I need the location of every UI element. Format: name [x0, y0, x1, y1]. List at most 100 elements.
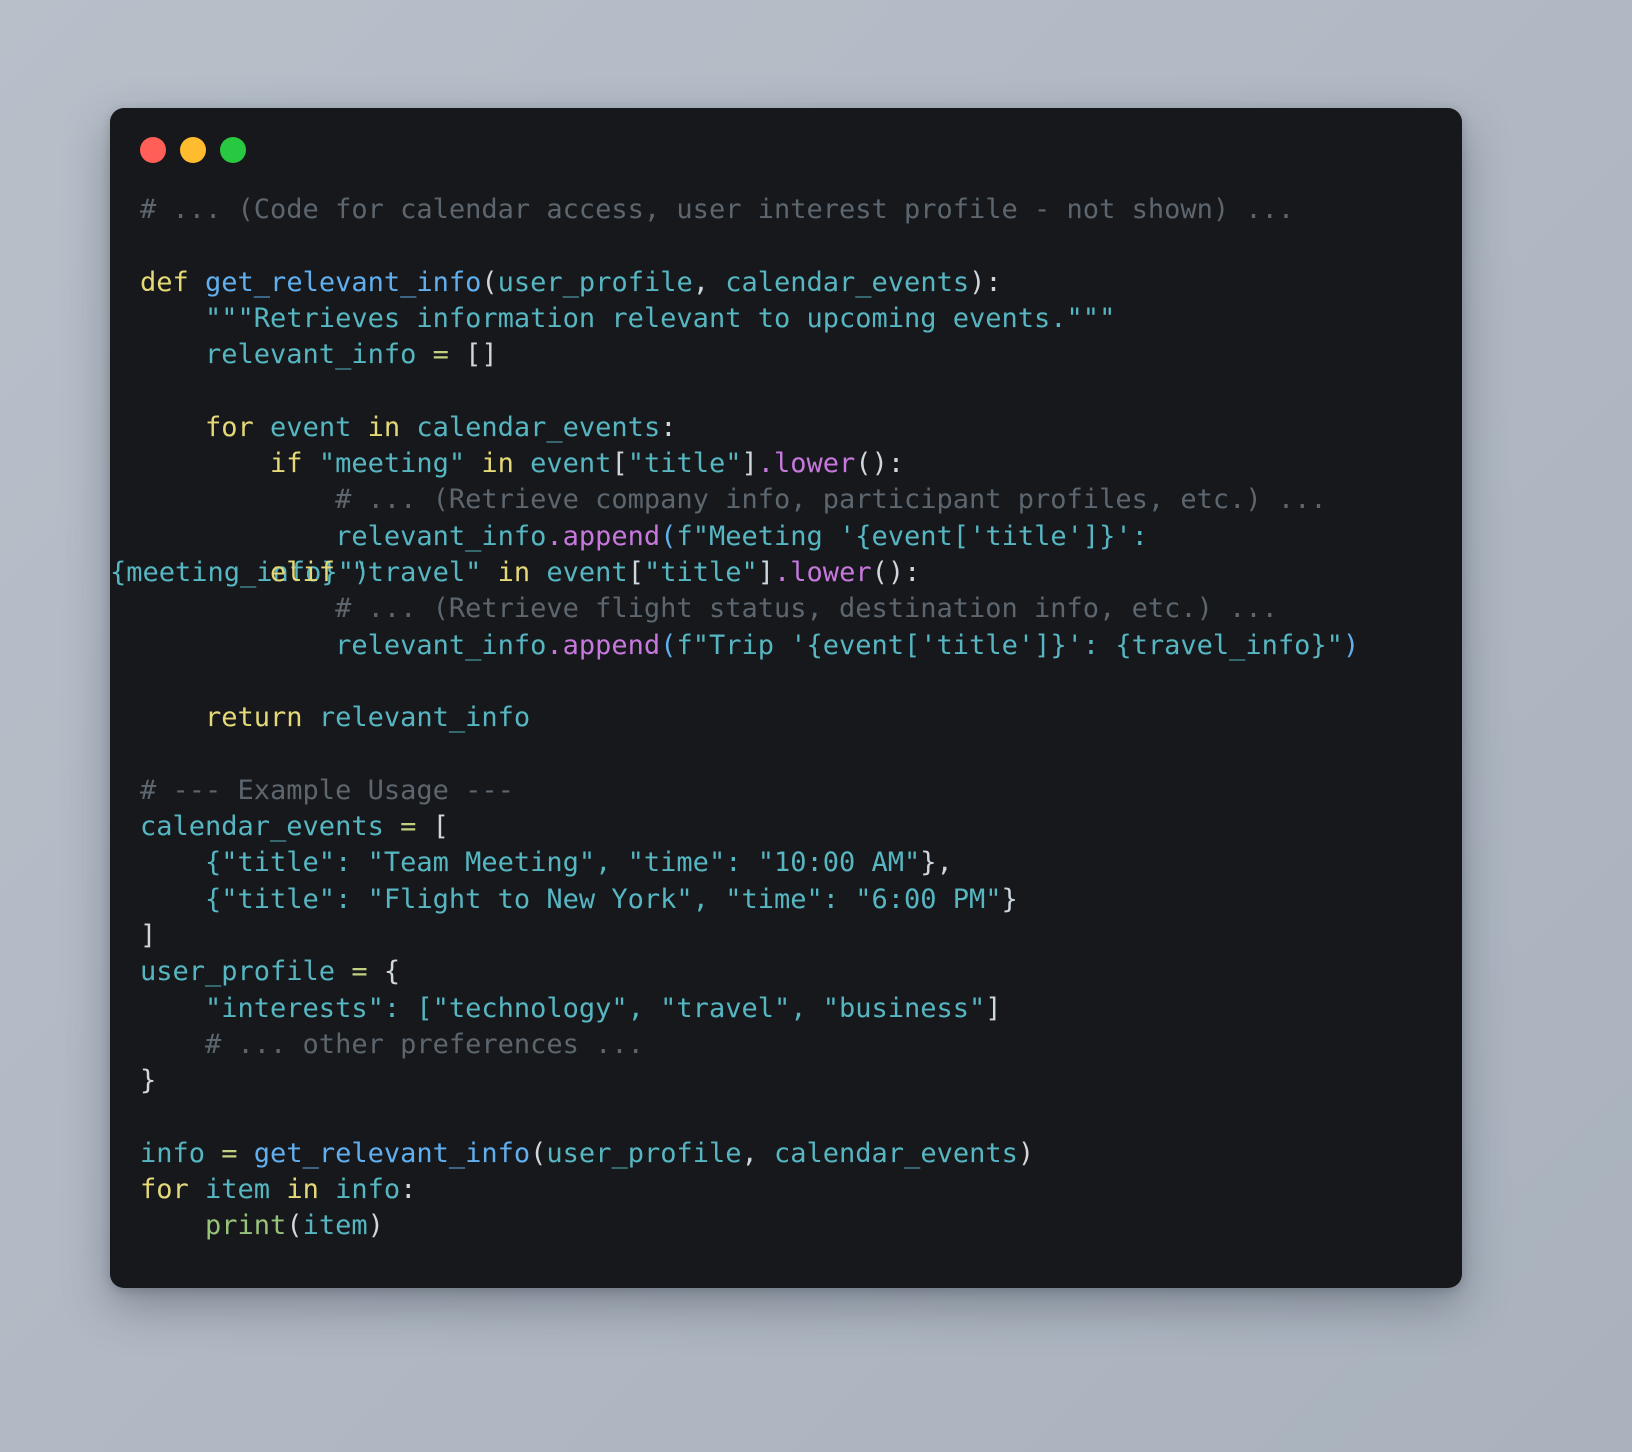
colon: : [400, 1174, 417, 1206]
method-append: append [562, 629, 661, 661]
comment-token: # ... (Code for calendar access, user in… [140, 194, 1295, 225]
code-content[interactable]: # ... (Code for calendar access, user in… [110, 192, 1462, 1245]
interests-list: "interests": ["technology", "travel", "b… [140, 992, 986, 1024]
code-line-4: """Retrieves information relevant to upc… [140, 301, 1452, 337]
loop-var-item: item [188, 1174, 287, 1206]
code-line-14-blank [140, 664, 1452, 700]
keyword-in: in [481, 448, 514, 480]
code-line-16-blank [140, 736, 1452, 772]
assign-operator: = [400, 811, 417, 843]
assign-operator: = [221, 1137, 238, 1169]
dict-literal-team-meeting: {"title": "Team Meeting", "time": "10:00… [140, 847, 921, 879]
fstring-meeting: f"Meeting '{event['title']}': [676, 520, 1148, 552]
code-line-29: print(item) [140, 1208, 1452, 1244]
var-relevant-info: relevant_info [302, 702, 531, 734]
method-append: append [562, 520, 661, 552]
var-info: info [140, 1137, 222, 1169]
string-title-key: "title" [627, 448, 742, 480]
loop-var-event: event [253, 411, 368, 443]
bracket-close: ] [985, 992, 1002, 1024]
arg-item: item [302, 1210, 368, 1242]
code-line-8: if "meeting" in event["title"].lower(): [140, 446, 1452, 482]
paren-open: ( [660, 520, 677, 552]
assign-operator: = [351, 956, 368, 988]
code-line-11-overlapping-pair: {meeting_info}") elif "travel" in event[… [110, 555, 1452, 591]
keyword-for: for [140, 411, 254, 443]
bracket-open: [ [611, 448, 628, 480]
comment-token: # ... other preferences ... [140, 1028, 644, 1060]
code-line-9: # ... (Retrieve company info, participan… [140, 482, 1452, 518]
code-line-12: # ... (Retrieve flight status, destinati… [140, 591, 1452, 627]
code-window: # ... (Code for calendar access, user in… [110, 108, 1462, 1288]
code-line-11-elif: elif "travel" in event["title"].lower(): [140, 555, 1462, 591]
var-relevant-info: relevant_info [140, 520, 547, 552]
code-line-20: {"title": "Flight to New York", "time": … [140, 882, 1452, 918]
var-event: event [530, 556, 628, 588]
code-line-10: relevant_info.append(f"Meeting '{event['… [140, 519, 1452, 555]
dot-operator: . [757, 448, 775, 480]
dict-close: }, [920, 847, 953, 879]
paren-close: ) [1017, 1137, 1035, 1169]
code-line-23: "interests": ["technology", "travel", "b… [140, 991, 1452, 1027]
function-call-get-relevant-info: get_relevant_info [237, 1137, 531, 1169]
brace-close: } [140, 1065, 157, 1097]
window-title-bar [110, 108, 1462, 192]
dict-literal-flight: {"title": "Flight to New York", "time": … [140, 883, 1002, 915]
comment-example-usage: # --- Example Usage --- [140, 774, 514, 806]
var-event: event [513, 448, 612, 480]
code-line-2-blank [140, 228, 1452, 264]
function-name: get_relevant_info [188, 266, 482, 298]
code-line-19: {"title": "Team Meeting", "time": "10:00… [140, 845, 1452, 881]
maximize-button-icon[interactable] [220, 137, 246, 163]
keyword-in: in [497, 556, 531, 588]
paren-close: ) [367, 1210, 384, 1242]
iterable-calendar-events: calendar_events [400, 411, 661, 443]
paren-close: ) [1342, 629, 1360, 661]
bracket-close: ] [741, 448, 758, 480]
dict-close: } [1001, 883, 1018, 915]
bracket-close: ] [757, 556, 775, 588]
iterable-info: info [318, 1174, 401, 1206]
call-tail: (): [855, 448, 905, 480]
keyword-elif: elif [140, 556, 336, 588]
arg-calendar-events: calendar_events [774, 1137, 1018, 1169]
colon: : [660, 411, 677, 443]
keyword-in: in [286, 1174, 319, 1206]
var-user-profile: user_profile [140, 956, 352, 988]
code-line-28: for item in info: [140, 1172, 1452, 1208]
docstring-token: """Retrieves information relevant to upc… [140, 302, 1116, 334]
dot-operator: . [774, 556, 791, 588]
keyword-return: return [140, 702, 303, 734]
close-button-icon[interactable] [140, 137, 166, 163]
code-line-3: def get_relevant_info(user_profile, cale… [140, 265, 1452, 301]
keyword-def: def [140, 266, 189, 298]
dot-operator: . [546, 629, 563, 661]
assign-operator: = [432, 339, 449, 371]
method-lower: lower [790, 556, 872, 588]
var-relevant-info: relevant_info [140, 339, 433, 371]
code-line-17: # --- Example Usage --- [140, 773, 1452, 809]
screenshot-root: # ... (Code for calendar access, user in… [0, 0, 1632, 1452]
var-relevant-info: relevant_info [140, 629, 547, 661]
minimize-button-icon[interactable] [180, 137, 206, 163]
code-line-1: # ... (Code for calendar access, user in… [140, 192, 1452, 228]
string-title-key: "title" [643, 556, 758, 588]
var-calendar-events: calendar_events [140, 811, 401, 843]
signature-tail: ): [969, 266, 1002, 298]
method-lower: lower [774, 448, 856, 480]
code-line-25: } [140, 1063, 1452, 1099]
paren-open: ( [530, 1137, 547, 1169]
builtin-print: print [205, 1210, 287, 1242]
brace-open: { [367, 956, 401, 988]
code-line-5: relevant_info = [] [140, 337, 1452, 373]
comment-token: # ... (Retrieve flight status, destinati… [140, 593, 1278, 625]
code-line-15: return relevant_info [140, 700, 1452, 736]
keyword-for: for [140, 1174, 189, 1206]
comma: , [741, 1137, 775, 1169]
string-travel: "travel" [335, 556, 498, 588]
code-line-6-blank [140, 373, 1452, 409]
code-line-21: ] [140, 918, 1452, 954]
code-line-24: # ... other preferences ... [140, 1027, 1452, 1063]
bracket-open: [ [627, 556, 644, 588]
